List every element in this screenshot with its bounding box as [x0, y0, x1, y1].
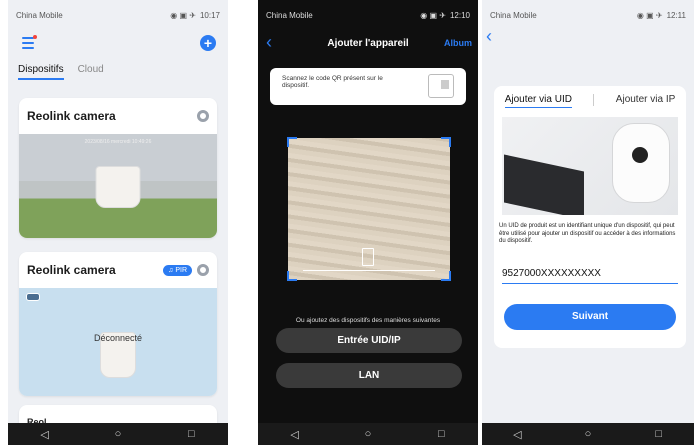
scan-line [303, 270, 435, 271]
system-nav-bar: ◁ ○ □ [258, 423, 478, 445]
lan-button[interactable]: LAN [276, 363, 462, 388]
home-nav-icon[interactable]: ○ [576, 428, 600, 440]
add-via-uid-screen: China Mobile ◉ ▣ ✈ 12:11 ‹ Ajouter via UI… [482, 0, 694, 445]
carrier-label: China Mobile [266, 10, 313, 20]
tab-devices[interactable]: Dispositifs [18, 64, 64, 80]
alternative-methods-label: Ou ajoutez des dispositifs des manières … [295, 317, 441, 324]
method-tabs: Ajouter via UID Ajouter via IP [494, 94, 686, 108]
status-icons: ◉ ▣ ✈ [420, 10, 446, 20]
home-nav-icon[interactable]: ○ [356, 428, 380, 440]
pir-label: PIR [175, 266, 187, 274]
next-button[interactable]: Suivant [504, 304, 676, 330]
uid-ip-entry-button[interactable]: Entrée UID/IP [276, 328, 462, 353]
base-station-image [504, 154, 584, 215]
status-bar: China Mobile ◉ ▣ ✈ 10:17 [8, 0, 228, 30]
tab-cloud[interactable]: Cloud [78, 64, 104, 80]
system-nav-bar: ◁ ○ □ [482, 423, 694, 445]
device-qr-illustration [428, 74, 454, 98]
camera-name: Reolink camera [27, 263, 116, 277]
status-bar: China Mobile ◉ ▣ ✈ 12:11 [482, 0, 694, 30]
back-nav-icon[interactable]: ◁ [283, 428, 307, 441]
recents-nav-icon[interactable]: □ [429, 428, 453, 440]
preview-object [95, 166, 141, 208]
carrier-label: China Mobile [16, 10, 63, 20]
add-device-card: Ajouter via UID Ajouter via IP Un UID de… [494, 86, 686, 348]
menu-icon[interactable] [22, 35, 37, 49]
camera-preview[interactable]: 2023/08/16 mercredi 10:49:26 [19, 134, 217, 238]
scan-corner [287, 137, 297, 147]
camera-preview-offline[interactable]: Déconnecté [19, 288, 217, 396]
add-device-icon[interactable]: + [200, 35, 216, 51]
time-label: 12:10 [449, 10, 470, 20]
back-nav-icon[interactable]: ◁ [33, 428, 57, 441]
status-icons: ◉ ▣ ✈ [170, 10, 196, 20]
flashlight-icon[interactable] [362, 248, 374, 266]
status-bar: China Mobile ◉ ▣ ✈ 12:10 [258, 0, 478, 30]
back-nav-icon[interactable]: ◁ [505, 428, 529, 441]
album-link[interactable]: Album [444, 38, 472, 48]
device-illustration [502, 117, 678, 215]
gear-icon[interactable] [197, 264, 209, 276]
gear-icon[interactable] [197, 110, 209, 122]
scan-corner [441, 137, 451, 147]
status-icons: ◉ ▣ ✈ [636, 10, 663, 20]
pir-badge[interactable]: ♫ PIR [163, 264, 192, 276]
camera-card[interactable]: Reolink camera ♫ PIR Déconnecté [19, 252, 217, 396]
scan-corner [287, 271, 297, 281]
scan-corner [441, 271, 451, 281]
carrier-label: China Mobile [490, 10, 537, 20]
timestamp-overlay: 2023/08/16 mercredi 10:49:26 [84, 139, 152, 145]
qr-tip-text: Scannez le code QR présent sur le dispos… [282, 75, 383, 89]
camera-card[interactable]: Reolink camera 2023/08/16 mercredi 10:49… [19, 98, 217, 238]
recents-nav-icon[interactable]: □ [647, 428, 671, 440]
back-chevron-icon[interactable]: ‹ [486, 27, 492, 45]
battery-icon [26, 293, 40, 301]
offline-status: Déconnecté [93, 333, 143, 343]
tab-add-via-uid[interactable]: Ajouter via UID [504, 94, 572, 108]
system-nav-bar: ◁ ○ □ [8, 423, 228, 445]
uid-description: Un UID de produit est un identifiant uni… [499, 223, 676, 244]
tab-divider [593, 94, 595, 106]
recents-nav-icon[interactable]: □ [179, 428, 203, 440]
device-list-screen: China Mobile ◉ ▣ ✈ 10:17 + Dispositifs Cl… [8, 0, 228, 445]
camera-name: Reolink camera [27, 109, 116, 123]
camera-image [612, 123, 670, 203]
qr-scanner-viewfinder[interactable] [287, 137, 451, 281]
uid-input[interactable] [502, 264, 678, 284]
qr-tip-banner: Scannez le code QR présent sur le dispos… [270, 68, 466, 105]
add-device-screen: China Mobile ◉ ▣ ✈ 12:10 ‹ Ajouter l'appa… [258, 0, 478, 445]
tab-add-via-ip[interactable]: Ajouter via IP [616, 94, 675, 108]
home-nav-icon[interactable]: ○ [106, 428, 130, 440]
time-label: 10:17 [199, 10, 220, 20]
tab-bar: Dispositifs Cloud [18, 64, 104, 80]
time-label: 12:11 [666, 10, 686, 20]
camera-lens [632, 147, 648, 163]
